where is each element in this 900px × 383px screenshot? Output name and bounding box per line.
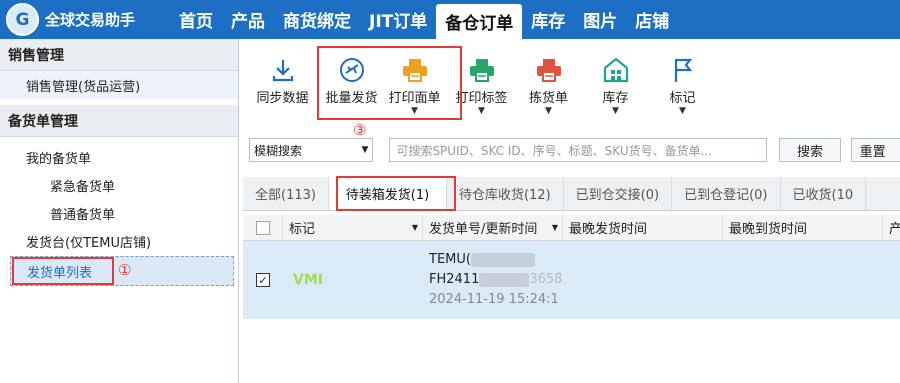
sidebar-section-stock-orders[interactable]: 备货单管理 xyxy=(0,105,238,137)
sort-down-icon: ▼ xyxy=(551,223,558,232)
table-header: 标记 ▼ 发货单号/更新时间 ▼ 最晚发货时间 最晚到货时间 产 xyxy=(243,215,900,241)
sidebar-item-my-orders[interactable]: 我的备货单 xyxy=(0,143,238,171)
chevron-down-icon: ▼ xyxy=(679,106,686,116)
highlight-box-ship-list xyxy=(12,257,114,285)
stock-label: 库存 xyxy=(602,91,629,106)
chevron-down-icon: ▼ xyxy=(478,106,485,116)
nav-home[interactable]: 首页 xyxy=(170,0,222,39)
order-source: TEMU( xyxy=(429,250,583,270)
search-button[interactable]: 搜索 xyxy=(779,138,841,162)
row-mark-cell: VMI xyxy=(283,272,423,288)
pick-list-button[interactable]: 拣货单 ▼ xyxy=(517,53,580,116)
sidebar: 销售管理 销售管理(货品运营) 备货单管理 我的备货单 紧急备货单 普通备货单 … xyxy=(0,39,239,383)
order-number-text: FH2411 xyxy=(429,272,480,287)
sync-data-button[interactable]: 同步数据 xyxy=(251,53,314,106)
step-marker-3: ③ xyxy=(353,121,367,139)
sidebar-item-sales-ops[interactable]: 销售管理(货品运营) xyxy=(0,71,238,99)
order-update-time: 2024-11-19 15:24:1 xyxy=(429,292,559,307)
printer-icon xyxy=(534,53,564,87)
sidebar-item-normal-orders[interactable]: 普通备货单 xyxy=(0,199,238,227)
main-panel: 同步数据 批量发货 打印面单 ▼ 打印标签 ▼ 拣货单 ▼ 库存 ▼ 标记 ▼ … xyxy=(243,39,900,383)
stock-button[interactable]: 库存 ▼ xyxy=(584,53,647,116)
tab-pending-warehouse[interactable]: 待仓库收货(12) xyxy=(447,177,564,210)
tab-arrived-registered[interactable]: 已到仓登记(0) xyxy=(672,177,781,210)
mark-button[interactable]: 标记 ▼ xyxy=(651,53,714,116)
col-mark[interactable]: 标记 ▼ xyxy=(283,215,423,240)
select-all-checkbox-cell xyxy=(243,215,283,240)
row-checkbox-cell: ✓ xyxy=(243,273,283,287)
nav-inventory[interactable]: 库存 xyxy=(522,0,574,39)
highlight-box-ship-print xyxy=(317,46,462,120)
col-earliest-ship[interactable]: 最晚发货时间 xyxy=(563,215,723,240)
sync-data-label: 同步数据 xyxy=(256,91,309,106)
row-order-cell: TEMU( FH2411 3658 2024-11-19 15:24:1 xyxy=(423,250,583,310)
order-source-text: TEMU( xyxy=(429,252,471,267)
nav-goods-binding[interactable]: 商货绑定 xyxy=(274,0,360,39)
nav-products[interactable]: 产品 xyxy=(222,0,274,39)
sidebar-section-sales[interactable]: 销售管理 xyxy=(0,39,238,71)
col-order[interactable]: 发货单号/更新时间 ▼ xyxy=(423,215,563,240)
tab-all[interactable]: 全部(113) xyxy=(243,177,329,210)
col-order-label: 发货单号/更新时间 xyxy=(429,222,538,237)
main-nav: 首页 产品 商货绑定 JIT订单 备仓订单 库存 图片 店铺 xyxy=(170,0,678,39)
search-row: 模糊搜索 ▼ 可搜索SPUID、SKC ID、序号、标题、SKU货号、备货单..… xyxy=(249,138,900,162)
chevron-down-icon: ▼ xyxy=(545,106,552,116)
vmi-badge: VMI xyxy=(293,272,323,288)
select-all-checkbox[interactable] xyxy=(255,220,270,235)
nav-images[interactable]: 图片 xyxy=(574,0,626,39)
redacted-block xyxy=(479,272,530,287)
app-name: 全球交易助手 xyxy=(45,11,136,29)
nav-stock-orders[interactable]: 备仓订单 xyxy=(436,4,523,39)
reset-button[interactable]: 重置 xyxy=(850,138,900,162)
table-row[interactable]: ✓ VMI TEMU( FH2411 3658 2024-11-19 15:24:… xyxy=(243,241,900,319)
print-label-label: 打印标签 xyxy=(455,91,508,106)
step-marker-1: ① xyxy=(118,261,132,279)
ship-list-row: 发货单列表 ① xyxy=(10,256,234,286)
sort-down-icon: ▼ xyxy=(411,223,418,232)
brand[interactable]: G 全球交易助手 xyxy=(0,0,170,39)
sidebar-item-urgent-orders[interactable]: 紧急备货单 xyxy=(0,171,238,199)
mark-label: 标记 xyxy=(669,91,696,106)
app-logo-icon: G xyxy=(6,3,39,36)
highlight-box-pending-tab xyxy=(336,176,456,211)
flag-icon xyxy=(670,53,696,87)
chevron-down-icon: ▼ xyxy=(361,145,369,155)
top-nav-bar: G 全球交易助手 首页 产品 商货绑定 JIT订单 备仓订单 库存 图片 店铺 xyxy=(0,0,900,39)
col-more[interactable]: 产 xyxy=(883,215,900,240)
search-input[interactable]: 可搜索SPUID、SKC ID、序号、标题、SKU货号、备货单... xyxy=(389,138,768,162)
redacted-block xyxy=(470,252,535,267)
col-latest-arrival[interactable]: 最晚到货时间 xyxy=(723,215,883,240)
col-mark-label: 标记 xyxy=(289,222,316,237)
search-mode-select[interactable]: 模糊搜索 ▼ xyxy=(249,138,374,162)
warehouse-icon xyxy=(601,53,631,87)
nav-jit-orders[interactable]: JIT订单 xyxy=(360,0,436,39)
chevron-down-icon: ▼ xyxy=(612,106,619,116)
download-icon xyxy=(270,53,296,87)
sidebar-item-ship-desk[interactable]: 发货台(仅TEMU店铺) xyxy=(0,227,238,255)
row-checkbox[interactable]: ✓ xyxy=(256,273,270,287)
tab-arrived-handover[interactable]: 已到仓交接(0) xyxy=(564,177,673,210)
pick-list-label: 拣货单 xyxy=(528,91,568,106)
tab-received[interactable]: 已收货(10 xyxy=(781,177,867,210)
nav-shops[interactable]: 店铺 xyxy=(626,0,678,39)
printer-icon xyxy=(467,53,497,87)
order-number[interactable]: FH2411 3658 xyxy=(429,270,583,290)
search-mode-value: 模糊搜索 xyxy=(254,143,303,158)
order-number-tail: 3658 xyxy=(529,272,563,287)
